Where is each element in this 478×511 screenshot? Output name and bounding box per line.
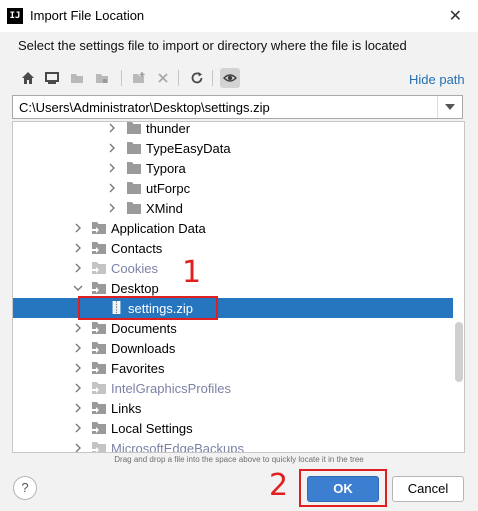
path-combo — [12, 95, 463, 119]
tree-item-label: Application Data — [111, 221, 206, 236]
tree-folder-row[interactable]: Desktop — [13, 278, 453, 298]
home-icon[interactable] — [18, 68, 38, 88]
folder-icon — [92, 342, 106, 354]
annotation-box-selected-file — [78, 296, 218, 320]
path-input[interactable] — [13, 96, 437, 118]
chevron-right-icon[interactable] — [107, 123, 117, 133]
folder-icon — [127, 202, 141, 214]
tree-folder-row[interactable]: TypeEasyData — [13, 138, 453, 158]
dialog-instruction: Select the settings file to import or di… — [18, 38, 407, 53]
intellij-app-icon: IJ — [7, 8, 23, 24]
tree-item-label: thunder — [146, 121, 191, 136]
chevron-right-icon[interactable] — [73, 323, 83, 333]
tree-item-label: Links — [111, 401, 142, 416]
tree-item-label: Desktop — [111, 281, 159, 296]
chevron-right-icon[interactable] — [107, 203, 117, 213]
tree-folder-row[interactable]: Contacts — [13, 238, 453, 258]
toolbar-separator — [178, 70, 179, 86]
desktop-icon[interactable] — [42, 68, 62, 88]
chevron-right-icon[interactable] — [73, 363, 83, 373]
tree-folder-row[interactable]: Cookies — [13, 258, 453, 278]
chevron-right-icon[interactable] — [107, 183, 117, 193]
folder-icon — [92, 382, 106, 394]
folder-icon — [92, 442, 106, 452]
title-bar: IJ Import File Location ✕ — [0, 0, 478, 32]
annotation-number-1: 1 — [182, 255, 202, 290]
tree-folder-row[interactable]: XMind — [13, 198, 453, 218]
chevron-right-icon[interactable] — [73, 223, 83, 233]
annotation-number-2: 2 — [269, 468, 289, 503]
tree-item-label: XMind — [146, 201, 183, 216]
tree-folder-row[interactable]: Documents — [13, 318, 453, 338]
help-button[interactable]: ? — [13, 476, 37, 500]
tree-item-label: Typora — [146, 161, 186, 176]
tree-item-label: Local Settings — [111, 421, 193, 436]
chevron-right-icon[interactable] — [73, 383, 83, 393]
tree-folder-row[interactable]: Application Data — [13, 218, 453, 238]
folder-icon — [92, 402, 106, 414]
chevron-right-icon[interactable] — [73, 243, 83, 253]
toolbar-separator — [121, 70, 122, 86]
folder-icon — [127, 122, 141, 134]
folder-icon — [92, 242, 106, 254]
folder-icon — [127, 142, 141, 154]
chevron-down-icon[interactable] — [73, 283, 83, 293]
tree-item-label: utForpc — [146, 181, 191, 196]
refresh-icon[interactable] — [187, 68, 207, 88]
drag-drop-hint: Drag and drop a file into the space abov… — [114, 455, 364, 464]
chevron-right-icon[interactable] — [107, 163, 117, 173]
folder-icon — [92, 262, 106, 274]
chevron-right-icon[interactable] — [73, 263, 83, 273]
project-folder-icon — [67, 68, 87, 88]
file-tree[interactable]: MicrosoftEdgeBackups Local Settings Links I… — [12, 121, 465, 453]
file-chooser-toolbar — [12, 66, 452, 92]
tree-item-label: IntelGraphicsProfiles — [111, 381, 231, 396]
folder-icon — [92, 322, 106, 334]
window-title: Import File Location — [30, 8, 145, 23]
tree-item-label: Contacts — [111, 241, 163, 256]
tree-item-label: Favorites — [111, 361, 165, 376]
tree-folder-row[interactable]: MicrosoftEdgeBackups — [13, 438, 453, 453]
chevron-right-icon[interactable] — [107, 143, 117, 153]
folder-icon — [127, 162, 141, 174]
tree-item-label: Downloads — [111, 341, 176, 356]
tree-folder-row[interactable]: utForpc — [13, 178, 453, 198]
tree-folder-row[interactable]: Links — [13, 398, 453, 418]
close-icon[interactable]: ✕ — [449, 6, 462, 26]
tree-folder-row[interactable]: Favorites — [13, 358, 453, 378]
delete-icon — [153, 68, 173, 88]
tree-item-label: Cookies — [111, 261, 158, 276]
new-folder-icon — [129, 68, 149, 88]
chevron-right-icon[interactable] — [73, 423, 83, 433]
folder-icon — [92, 282, 106, 294]
tree-item-label: TypeEasyData — [146, 141, 231, 156]
tree-item-label: Documents — [111, 321, 177, 336]
tree-item-label: MicrosoftEdgeBackups — [111, 441, 244, 453]
scrollbar-thumb[interactable] — [455, 322, 463, 382]
folder-icon — [92, 422, 106, 434]
tree-folder-row[interactable]: Typora — [13, 158, 453, 178]
show-hidden-icon[interactable] — [220, 68, 240, 88]
tree-scrollbar[interactable] — [453, 122, 463, 452]
tree-folder-row[interactable]: Local Settings — [13, 418, 453, 438]
chevron-right-icon[interactable] — [73, 403, 83, 413]
toolbar-separator — [212, 70, 213, 86]
chevron-right-icon[interactable] — [73, 343, 83, 353]
chevron-right-icon[interactable] — [73, 443, 83, 453]
chevron-down-icon[interactable] — [437, 96, 462, 118]
folder-icon — [127, 182, 141, 194]
cancel-button[interactable]: Cancel — [392, 476, 464, 502]
folder-icon — [92, 222, 106, 234]
tree-folder-row[interactable]: IntelGraphicsProfiles — [13, 378, 453, 398]
folder-icon — [92, 362, 106, 374]
module-folder-icon — [92, 68, 112, 88]
tree-folder-row[interactable]: Downloads — [13, 338, 453, 358]
tree-folder-row[interactable]: thunder — [13, 121, 453, 138]
ok-button[interactable]: OK — [307, 476, 379, 502]
hide-path-link[interactable]: Hide path — [409, 72, 465, 87]
